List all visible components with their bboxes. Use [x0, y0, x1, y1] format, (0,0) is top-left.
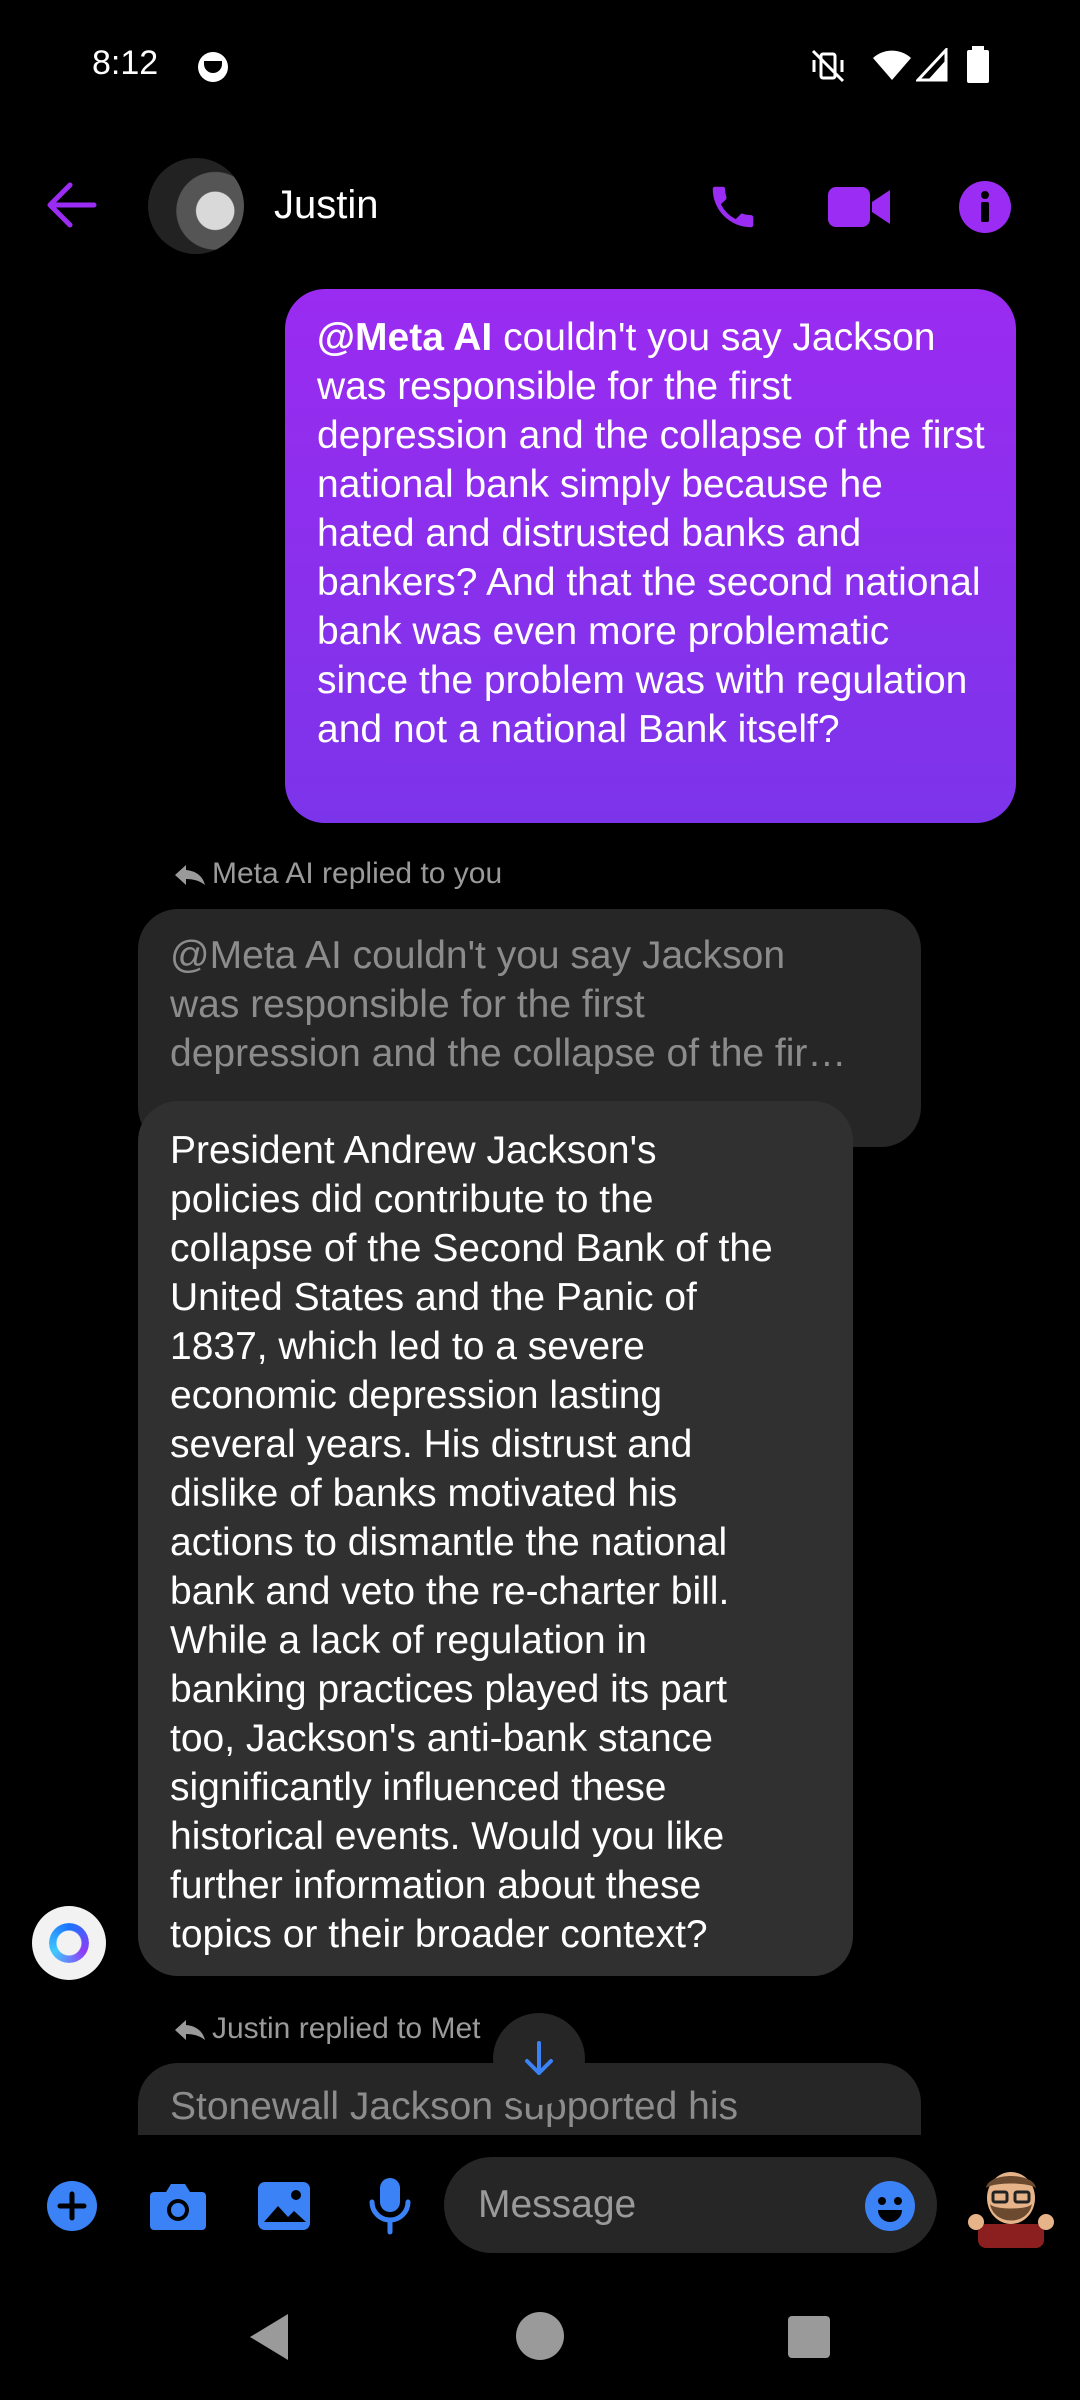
meta-ai-ring-icon	[49, 1923, 89, 1963]
reply-icon	[175, 2020, 205, 2041]
contact-avatar[interactable]	[148, 158, 244, 254]
camera-icon[interactable]	[148, 2182, 208, 2232]
phone-call-icon[interactable]	[706, 180, 760, 234]
ai-reply-line: too, Jackson's anti-bank stance	[170, 1717, 713, 1760]
scroll-to-bottom-button[interactable]	[493, 2013, 585, 2105]
ai-reply-line: dislike of banks motivated his	[170, 1472, 678, 1515]
ai-reply-line: several years. His distrust and	[170, 1423, 693, 1466]
battery-icon	[967, 46, 989, 83]
quoted-line: was responsible for the first	[170, 983, 645, 1026]
nav-home-icon[interactable]	[514, 2310, 566, 2362]
reply-icon	[175, 865, 205, 886]
ai-reply-line: actions to dismantle the national	[170, 1521, 728, 1564]
avatar-sticker-icon[interactable]	[966, 2164, 1056, 2248]
nav-back-icon[interactable]	[244, 2310, 294, 2364]
info-icon[interactable]	[958, 180, 1012, 234]
plus-icon[interactable]	[46, 2180, 98, 2232]
ai-reply-line: President Andrew Jackson's	[170, 1129, 657, 1172]
ai-reply-line: policies did contribute to the	[170, 1178, 654, 1221]
sent-message-bubble[interactable]: @Meta AI couldn't you say Jackson was re…	[285, 289, 1016, 823]
video-call-icon[interactable]	[826, 182, 892, 232]
ai-reply-line: banking practices played its part	[170, 1668, 728, 1711]
message-input[interactable]	[476, 2182, 840, 2228]
ai-reply-bubble[interactable]: President Andrew Jackson's policies did …	[138, 1101, 853, 1976]
ai-reply-line: United States and the Panic of	[170, 1276, 697, 1319]
emoji-icon[interactable]	[864, 2180, 916, 2232]
notification-icon	[198, 52, 228, 82]
vibrate-off-icon	[811, 49, 845, 83]
contact-name[interactable]: Justin	[274, 183, 379, 228]
ai-reply-line: significantly influenced these	[170, 1766, 667, 1809]
status-time: 8:12	[92, 44, 159, 82]
quoted-line: @Meta AI couldn't you say Jackson	[170, 934, 786, 977]
reply-indicator-text: Meta AI replied to you	[212, 857, 503, 890]
back-arrow-icon[interactable]	[44, 180, 100, 230]
ai-reply-line: 1837, which led to a severe	[170, 1325, 645, 1368]
quoted-line: Stonewall Jackson supported his	[170, 2085, 738, 2128]
ai-reply-line: further information about these	[170, 1864, 702, 1907]
meta-ai-avatar[interactable]	[32, 1906, 106, 1980]
arrow-down-icon	[525, 2041, 553, 2075]
quoted-line: depression and the collapse of the fir…	[170, 1032, 847, 1075]
ai-reply-line: historical events. Would you like	[170, 1815, 725, 1858]
wifi-icon	[873, 50, 911, 80]
gallery-icon[interactable]	[256, 2180, 312, 2232]
reply-indicator: Meta AI replied to you	[174, 857, 502, 891]
mention-meta-ai[interactable]: @Meta AI	[317, 316, 492, 359]
sent-message-text: couldn't you say Jackson was responsible…	[317, 316, 985, 751]
reply-indicator-2: Justin replied to Met	[174, 2012, 480, 2046]
ai-reply-line: economic depression lasting	[170, 1374, 663, 1417]
ai-reply-line: bank and veto the re-charter bill.	[170, 1570, 730, 1613]
nav-recents-icon[interactable]	[786, 2314, 832, 2360]
ai-reply-line: While a lack of regulation in	[170, 1619, 647, 1662]
signal-icon	[916, 48, 948, 82]
ai-reply-line: topics or their broader context?	[170, 1913, 708, 1956]
microphone-icon[interactable]	[368, 2176, 412, 2236]
ai-reply-line: collapse of the Second Bank of the	[170, 1227, 773, 1270]
reply-indicator-text: Justin replied to Met	[212, 2012, 481, 2045]
